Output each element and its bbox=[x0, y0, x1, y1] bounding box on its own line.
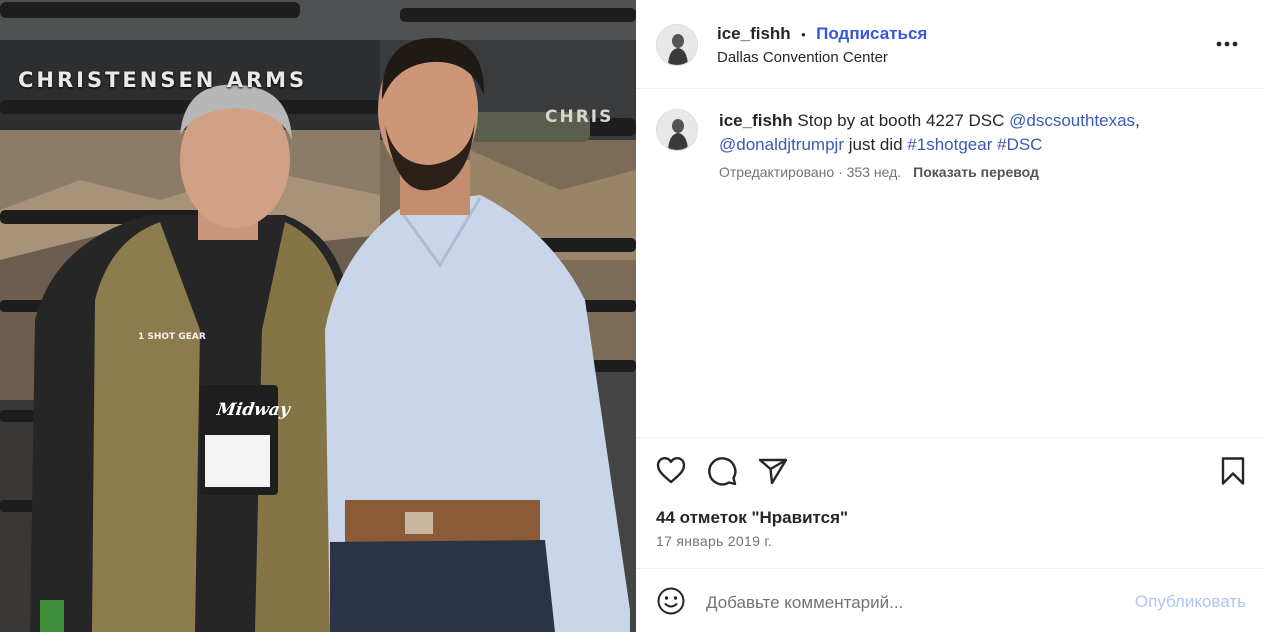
photo-vest-logo: 1 SHOT GEAR bbox=[138, 332, 206, 342]
caption-text: , bbox=[1135, 111, 1140, 130]
edited-timestamp: Отредактировано · 353 нед. bbox=[719, 164, 902, 180]
photo-badge-logo: Midway bbox=[215, 400, 292, 420]
avatar-image bbox=[657, 25, 697, 65]
more-options-button[interactable] bbox=[1216, 34, 1238, 52]
photo-brand-text: CHRISTENSEN ARMS bbox=[18, 68, 308, 92]
likes-count[interactable]: 44 отметок "Нравится" bbox=[656, 508, 848, 528]
more-horizontal-icon bbox=[1216, 41, 1238, 47]
mention-link[interactable]: @dscsouthtexas bbox=[1009, 111, 1135, 130]
mention-link[interactable]: @donaldjtrumpjr bbox=[719, 135, 844, 154]
post-caption: ice_fishh Stop by at booth 4227 DSC @dsc… bbox=[719, 109, 1239, 157]
caption-avatar[interactable] bbox=[656, 109, 698, 151]
photo-brand-text-partial: CHRIS bbox=[545, 107, 614, 127]
header-avatar[interactable] bbox=[656, 24, 698, 66]
bookmark-icon bbox=[1221, 457, 1245, 485]
hashtag-link[interactable]: #1shotgear bbox=[907, 135, 992, 154]
publish-button[interactable]: Опубликовать bbox=[1135, 592, 1246, 612]
header-title-row: ice_fishh • Подписаться bbox=[717, 24, 927, 44]
caption-username[interactable]: ice_fishh bbox=[719, 111, 793, 130]
comment-divider bbox=[636, 568, 1266, 569]
show-translation-button[interactable]: Показать перевод bbox=[913, 164, 1039, 180]
comment-button[interactable] bbox=[707, 456, 737, 491]
share-icon bbox=[758, 458, 788, 485]
emoji-button[interactable] bbox=[656, 586, 686, 621]
header-username[interactable]: ice_fishh bbox=[717, 24, 791, 43]
heart-icon bbox=[656, 457, 686, 484]
caption-meta: Отредактировано · 353 нед. Показать перев… bbox=[719, 164, 1039, 180]
caption-text: Stop by at booth 4227 DSC bbox=[792, 111, 1010, 130]
follow-button[interactable]: Подписаться bbox=[816, 24, 927, 43]
share-button[interactable] bbox=[758, 457, 788, 490]
emoji-icon bbox=[657, 587, 685, 615]
header-location[interactable]: Dallas Convention Center bbox=[717, 49, 888, 66]
comment-input[interactable] bbox=[706, 590, 1106, 616]
post-date: 17 январь 2019 г. bbox=[656, 533, 773, 549]
post-photo[interactable]: CHRISTENSEN ARMS CHRIS 1 SHOT GEAR Midwa… bbox=[0, 0, 636, 632]
comment-icon bbox=[708, 457, 737, 486]
avatar-image bbox=[657, 110, 697, 150]
post-details-panel: ice_fishh • Подписаться Dallas Conventio… bbox=[636, 0, 1266, 632]
save-button[interactable] bbox=[1220, 456, 1246, 491]
hashtag-link[interactable]: #DSC bbox=[997, 135, 1042, 154]
header-separator: • bbox=[801, 27, 806, 42]
post-photo-illustration bbox=[0, 0, 636, 632]
actions-divider bbox=[636, 437, 1266, 438]
header-divider bbox=[636, 88, 1266, 89]
caption-text: just did bbox=[843, 135, 908, 154]
like-button[interactable] bbox=[656, 456, 686, 489]
